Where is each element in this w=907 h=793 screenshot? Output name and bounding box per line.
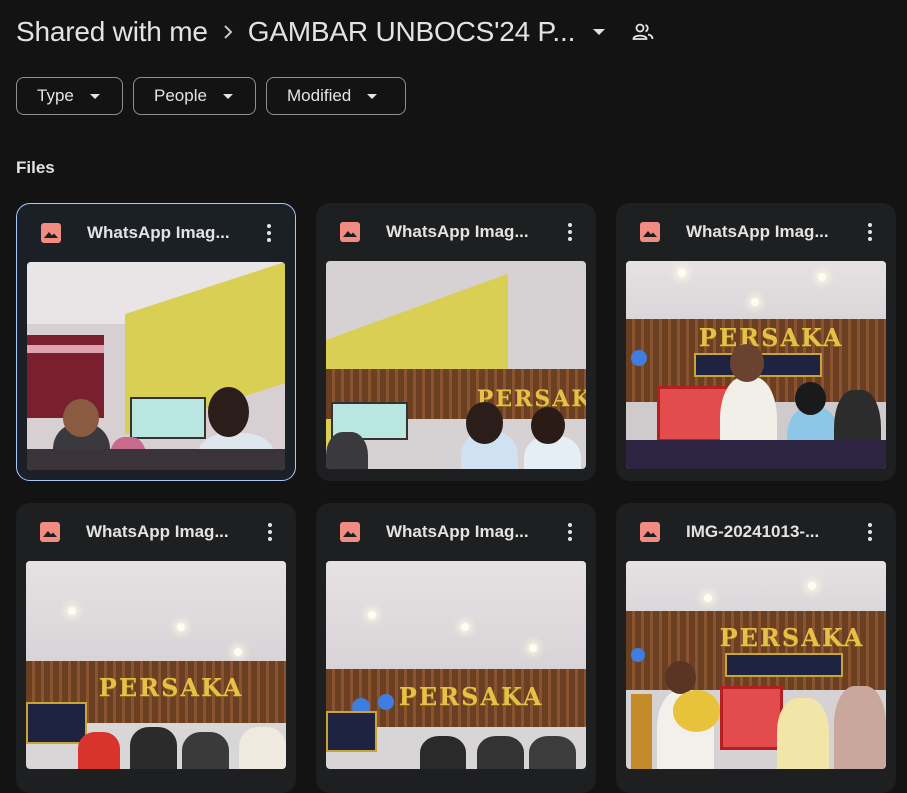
file-card-header: WhatsApp Imag...: [16, 503, 296, 561]
file-card[interactable]: WhatsApp Imag...: [16, 203, 296, 481]
caret-down-icon: [367, 93, 378, 99]
filter-type-button[interactable]: Type: [16, 77, 123, 115]
persaka-balloon-text: PERSAKA: [398, 681, 544, 711]
image-file-icon: [38, 520, 62, 544]
more-options-icon[interactable]: [554, 516, 586, 548]
file-card-header: WhatsApp Imag...: [316, 203, 596, 261]
file-name: IMG-20241013-...: [686, 522, 820, 541]
filter-modified-button[interactable]: Modified: [266, 77, 406, 115]
more-options-icon[interactable]: [254, 516, 286, 548]
file-card[interactable]: WhatsApp Imag... PERSAKA: [316, 203, 596, 481]
persaka-balloon-text: PERSAKA: [698, 323, 844, 353]
more-options-icon[interactable]: [854, 516, 886, 548]
persaka-balloon-text: PERSAKA: [98, 673, 244, 703]
file-thumbnail[interactable]: PERSAKA: [326, 261, 586, 469]
file-name: WhatsApp Imag...: [386, 522, 529, 541]
more-options-icon[interactable]: [554, 216, 586, 248]
file-thumbnail[interactable]: PERSAKA: [26, 561, 286, 769]
folder-menu-dropdown[interactable]: [581, 14, 617, 50]
filter-people-label: People: [154, 86, 207, 105]
breadcrumb: Shared with me GAMBAR UNBOCS'24 P...: [16, 12, 661, 52]
file-card-header: WhatsApp Imag...: [316, 503, 596, 561]
caret-down-icon: [222, 93, 233, 99]
image-file-icon: [39, 221, 63, 245]
file-card[interactable]: WhatsApp Imag... PERSAKA: [616, 203, 896, 481]
more-options-icon[interactable]: [854, 216, 886, 248]
file-thumbnail[interactable]: PERSAKA: [326, 561, 586, 769]
filter-people-button[interactable]: People: [133, 77, 256, 115]
file-name: WhatsApp Imag...: [86, 522, 229, 541]
more-options-icon[interactable]: [253, 217, 285, 249]
image-file-icon: [638, 520, 662, 544]
file-card-header: IMG-20241013-...: [616, 503, 896, 561]
persaka-balloon-text: PERSAKA: [719, 623, 865, 653]
filter-chips: Type People Modified: [16, 77, 406, 115]
file-card[interactable]: IMG-20241013-... PERSAKA: [616, 503, 896, 793]
image-file-icon: [638, 220, 662, 244]
file-card-header: WhatsApp Imag...: [616, 203, 896, 261]
image-file-icon: [338, 220, 362, 244]
filter-type-label: Type: [37, 86, 74, 105]
breadcrumb-root[interactable]: Shared with me: [16, 16, 208, 48]
shared-people-icon[interactable]: [625, 14, 661, 50]
filter-modified-label: Modified: [287, 86, 352, 105]
file-thumbnail[interactable]: PERSAKA: [626, 561, 886, 769]
section-title-files: Files: [16, 158, 55, 177]
file-thumbnail[interactable]: PERSAKA: [626, 261, 886, 469]
file-name: WhatsApp Imag...: [87, 223, 230, 242]
breadcrumb-current-folder[interactable]: GAMBAR UNBOCS'24 P...: [248, 16, 575, 48]
file-card-header: WhatsApp Imag...: [17, 204, 295, 262]
image-file-icon: [338, 520, 362, 544]
file-thumbnail[interactable]: [27, 262, 285, 470]
caret-down-icon: [592, 23, 606, 41]
file-card[interactable]: WhatsApp Imag... PERSAKA: [16, 503, 296, 793]
file-name: WhatsApp Imag...: [386, 222, 529, 241]
caret-down-icon: [89, 93, 100, 99]
file-card[interactable]: WhatsApp Imag... PERSAKA: [316, 503, 596, 793]
chevron-right-icon: [208, 24, 248, 40]
file-name: WhatsApp Imag...: [686, 222, 829, 241]
